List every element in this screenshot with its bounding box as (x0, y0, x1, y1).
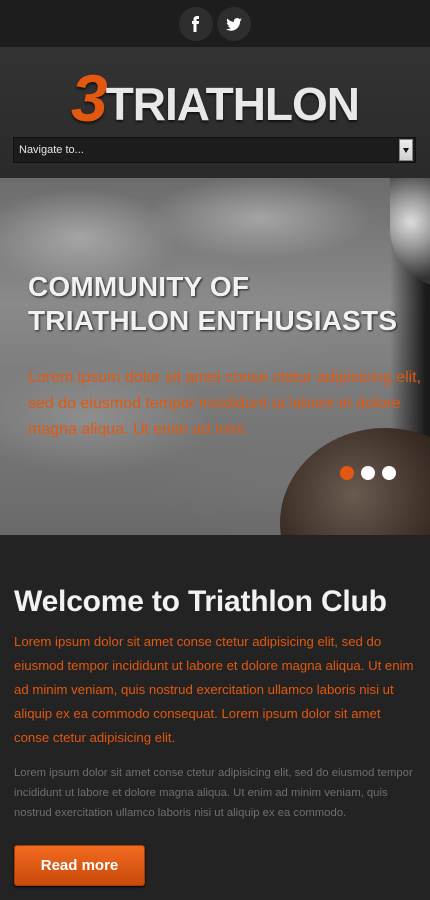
slider-dot-2[interactable] (361, 466, 375, 480)
lead-paragraph: Lorem ipsum dolor sit amet conse ctetur … (14, 634, 414, 745)
twitter-link[interactable] (217, 6, 251, 41)
logo-text: TRIATHLON (105, 78, 360, 130)
navigation-select-value: Navigate to... (19, 144, 84, 156)
slider-pagination (340, 466, 396, 480)
read-more-button[interactable]: Read more (14, 845, 145, 886)
main-content: Welcome to Triathlon Club Lorem ipsum do… (0, 584, 430, 886)
body-paragraph: Lorem ipsum dolor sit amet conse ctetur … (14, 767, 413, 819)
facebook-link[interactable] (179, 6, 213, 41)
hero-text: Lorem ipsum dolor sit amet conse ctetur … (28, 369, 422, 438)
twitter-icon (226, 17, 242, 31)
hero-title-line2: TRIATHLON ENTHUSIASTS (28, 305, 398, 336)
site-logo[interactable]: 3 TRIATHLON (0, 59, 430, 135)
site-header: 3 TRIATHLON Navigate to... (0, 47, 430, 178)
slider-dot-1[interactable] (340, 466, 354, 480)
chevron-down-icon[interactable] (399, 139, 413, 161)
slider-dot-3[interactable] (382, 466, 396, 480)
hero-slider: COMMUNITY OF TRIATHLON ENTHUSIASTS Lorem… (0, 178, 430, 535)
hero-image-shoulder (280, 428, 430, 535)
page-title: Welcome to Triathlon Club (14, 585, 387, 618)
hero-title: COMMUNITY OF TRIATHLON ENTHUSIASTS (28, 270, 397, 338)
social-bar (0, 0, 430, 47)
hero-title-line1: COMMUNITY OF (28, 271, 250, 302)
navigation-select[interactable]: Navigate to... (13, 137, 416, 163)
logo-number: 3 (70, 61, 108, 135)
facebook-icon (192, 15, 200, 32)
